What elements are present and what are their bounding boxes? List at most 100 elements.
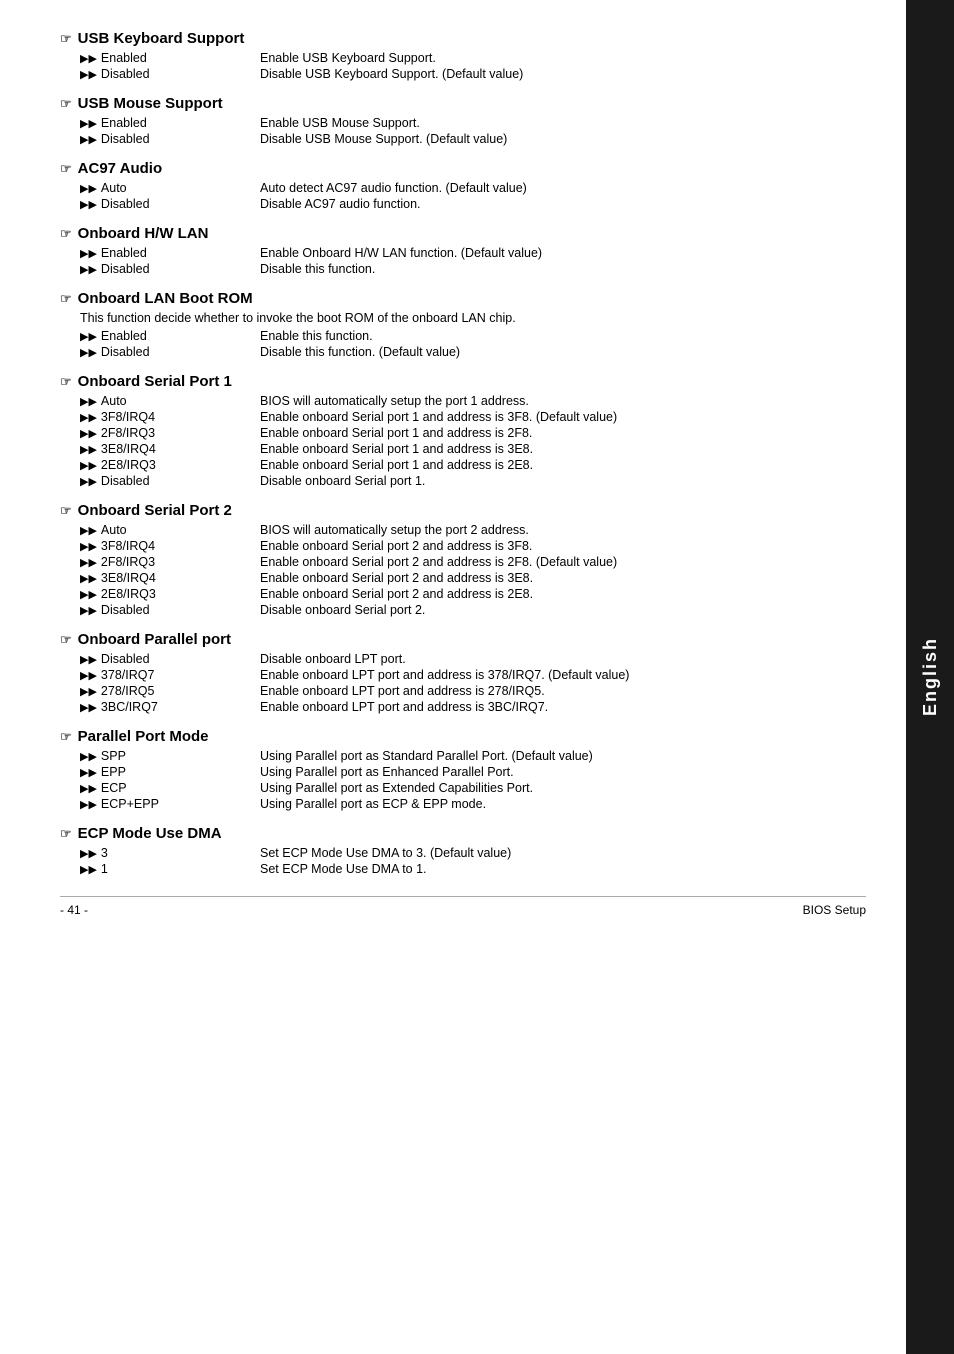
option-row: ▶▶DisabledDisable onboard LPT port. <box>80 652 866 666</box>
option-key: ▶▶3 <box>80 846 260 860</box>
option-value: Enable Onboard H/W LAN function. (Defaul… <box>260 246 866 260</box>
bullet-icon: ▶▶ <box>80 556 97 569</box>
bullet-icon: ▶▶ <box>80 685 97 698</box>
option-key: ▶▶3E8/IRQ4 <box>80 571 260 585</box>
bullet-icon: ▶▶ <box>80 750 97 763</box>
option-row: ▶▶ECP+EPPUsing Parallel port as ECP & EP… <box>80 797 866 811</box>
option-key-text: 3F8/IRQ4 <box>101 539 155 553</box>
option-row: ▶▶AutoBIOS will automatically setup the … <box>80 394 866 408</box>
option-row: ▶▶3F8/IRQ4Enable onboard Serial port 2 a… <box>80 539 866 553</box>
section-title-ecp-mode-use-dma: ☞ECP Mode Use DMA <box>60 825 866 842</box>
bullet-icon: ▶▶ <box>80 540 97 553</box>
option-row: ▶▶EnabledEnable this function. <box>80 329 866 343</box>
section-title-usb-keyboard: ☞USB Keyboard Support <box>60 30 866 47</box>
section-title-onboard-lan-boot-rom: ☞Onboard LAN Boot ROM <box>60 290 866 307</box>
section-onboard-parallel-port: ☞Onboard Parallel port ▶▶ Disabled Disable … <box>60 631 866 714</box>
option-row: ▶▶ EPP Using Parallel port as Enhanced Par… <box>80 765 866 779</box>
option-value: Auto detect AC97 audio function. (Defaul… <box>260 181 866 195</box>
option-key: ▶▶ SPP <box>80 749 260 763</box>
section-title-text: USB Keyboard Support <box>78 30 245 47</box>
section-title-parallel-port-mode: ☞ Parallel Port Mode <box>60 728 866 745</box>
option-key-text: Disabled <box>101 67 150 81</box>
option-key-text: Enabled <box>101 116 147 130</box>
option-value: Enable onboard LPT port and address is 3… <box>260 700 866 714</box>
option-row: ▶▶ECPUsing Parallel port as Extended Cap… <box>80 781 866 795</box>
option-value: Disable AC97 audio function. <box>260 197 866 211</box>
option-row: ▶▶3Set ECP Mode Use DMA to 3. (Default v… <box>80 846 866 860</box>
section-arrow-icon: ☞ <box>60 729 72 745</box>
option-key: ▶▶ 3F8/IRQ4 <box>80 410 260 424</box>
option-value: Enable USB Mouse Support. <box>260 116 866 130</box>
option-value: Disable onboard LPT port. <box>260 652 866 666</box>
option-value: Set ECP Mode Use DMA to 1. <box>260 862 866 876</box>
option-key-text: ECP <box>101 781 127 795</box>
option-key-text: 3F8/IRQ4 <box>101 410 155 424</box>
bullet-icon: ▶▶ <box>80 572 97 585</box>
section-onboard-serial-port-1: ☞Onboard Serial Port 1▶▶AutoBIOS will au… <box>60 373 866 488</box>
option-key-text: Disabled <box>101 345 150 359</box>
option-value: BIOS will automatically setup the port 1… <box>260 394 866 408</box>
option-key-text: 2E8/IRQ3 <box>101 458 156 472</box>
option-key-text: Auto <box>101 523 127 537</box>
option-key: ▶▶Auto <box>80 181 260 195</box>
section-title-text: USB Mouse Support <box>78 95 223 112</box>
sections-container: ☞USB Keyboard Support▶▶EnabledEnable USB… <box>60 30 866 876</box>
sidebar: English <box>906 0 954 1354</box>
option-key-text: SPP <box>101 749 126 763</box>
bullet-icon: ▶▶ <box>80 133 97 146</box>
bullet-icon: ▶▶ <box>80 798 97 811</box>
option-key: ▶▶Disabled <box>80 603 260 617</box>
option-row: ▶▶3BC/IRQ7Enable onboard LPT port and ad… <box>80 700 866 714</box>
bullet-icon: ▶▶ <box>80 330 97 343</box>
option-key: ▶▶Disabled <box>80 132 260 146</box>
section-onboard-lan-boot-rom: ☞Onboard LAN Boot ROM This function decid… <box>60 290 866 359</box>
option-value: Disable this function. <box>260 262 866 276</box>
option-key: ▶▶Disabled <box>80 197 260 211</box>
option-key-text: Disabled <box>101 474 150 488</box>
section-title-text: Parallel Port Mode <box>78 728 209 745</box>
bullet-icon: ▶▶ <box>80 52 97 65</box>
option-key: ▶▶2E8/IRQ3 <box>80 458 260 472</box>
option-key: ▶▶Enabled <box>80 246 260 260</box>
option-key-text: Auto <box>101 181 127 195</box>
option-key: ▶▶2E8/IRQ3 <box>80 587 260 601</box>
section-title-text: Onboard LAN Boot ROM <box>78 290 253 307</box>
option-row: ▶▶2F8/IRQ3Enable onboard Serial port 2 a… <box>80 555 866 569</box>
bullet-icon: ▶▶ <box>80 782 97 795</box>
option-value: Enable onboard LPT port and address is 2… <box>260 684 866 698</box>
section-title-usb-mouse: ☞ USB Mouse Support <box>60 95 866 112</box>
option-key-text: Enabled <box>101 246 147 260</box>
option-value: Using Parallel port as Enhanced Parallel… <box>260 765 866 779</box>
section-desc-onboard-lan-boot-rom: This function decide whether to invoke t… <box>80 311 866 325</box>
main-content: ☞USB Keyboard Support▶▶EnabledEnable USB… <box>0 0 906 1354</box>
section-title-text: Onboard Parallel port <box>78 631 231 648</box>
footer: - 41 - BIOS Setup <box>60 896 866 917</box>
option-key-text: 1 <box>101 862 108 876</box>
bullet-icon: ▶▶ <box>80 411 97 424</box>
option-key: ▶▶2F8/IRQ3 <box>80 426 260 440</box>
option-value: Enable onboard Serial port 2 and address… <box>260 571 866 585</box>
option-value: BIOS will automatically setup the port 2… <box>260 523 866 537</box>
option-key: ▶▶2F8/IRQ3 <box>80 555 260 569</box>
option-row: ▶▶2E8/IRQ3Enable onboard Serial port 2 a… <box>80 587 866 601</box>
option-row: ▶▶2E8/IRQ3Enable onboard Serial port 1 a… <box>80 458 866 472</box>
option-row: ▶▶2F8/IRQ3Enable onboard Serial port 1 a… <box>80 426 866 440</box>
section-title-onboard-parallel-port: ☞Onboard Parallel port <box>60 631 866 648</box>
option-value: Enable onboard LPT port and address is 3… <box>260 668 866 682</box>
option-value: Enable onboard Serial port 1 and address… <box>260 458 866 472</box>
option-key: ▶▶278/IRQ5 <box>80 684 260 698</box>
option-key: ▶▶1 <box>80 862 260 876</box>
option-key-text: Enabled <box>101 51 147 65</box>
option-value: Enable onboard Serial port 1 and address… <box>260 442 866 456</box>
bullet-icon: ▶▶ <box>80 475 97 488</box>
option-key-text: Disabled <box>101 652 150 666</box>
option-key-text: EPP <box>101 765 126 779</box>
section-arrow-icon: ☞ <box>60 503 72 519</box>
bullet-icon: ▶▶ <box>80 766 97 779</box>
section-title-text: Onboard Serial Port 1 <box>78 373 232 390</box>
section-arrow-icon: ☞ <box>60 96 72 112</box>
section-parallel-port-mode: ☞ Parallel Port Mode ▶▶ SPP Using Parallel p… <box>60 728 866 811</box>
option-row: ▶▶EnabledEnable Onboard H/W LAN function… <box>80 246 866 260</box>
section-onboard-hw-lan: ☞Onboard H/W LAN▶▶EnabledEnable Onboard … <box>60 225 866 276</box>
option-key: ▶▶ Disabled <box>80 474 260 488</box>
